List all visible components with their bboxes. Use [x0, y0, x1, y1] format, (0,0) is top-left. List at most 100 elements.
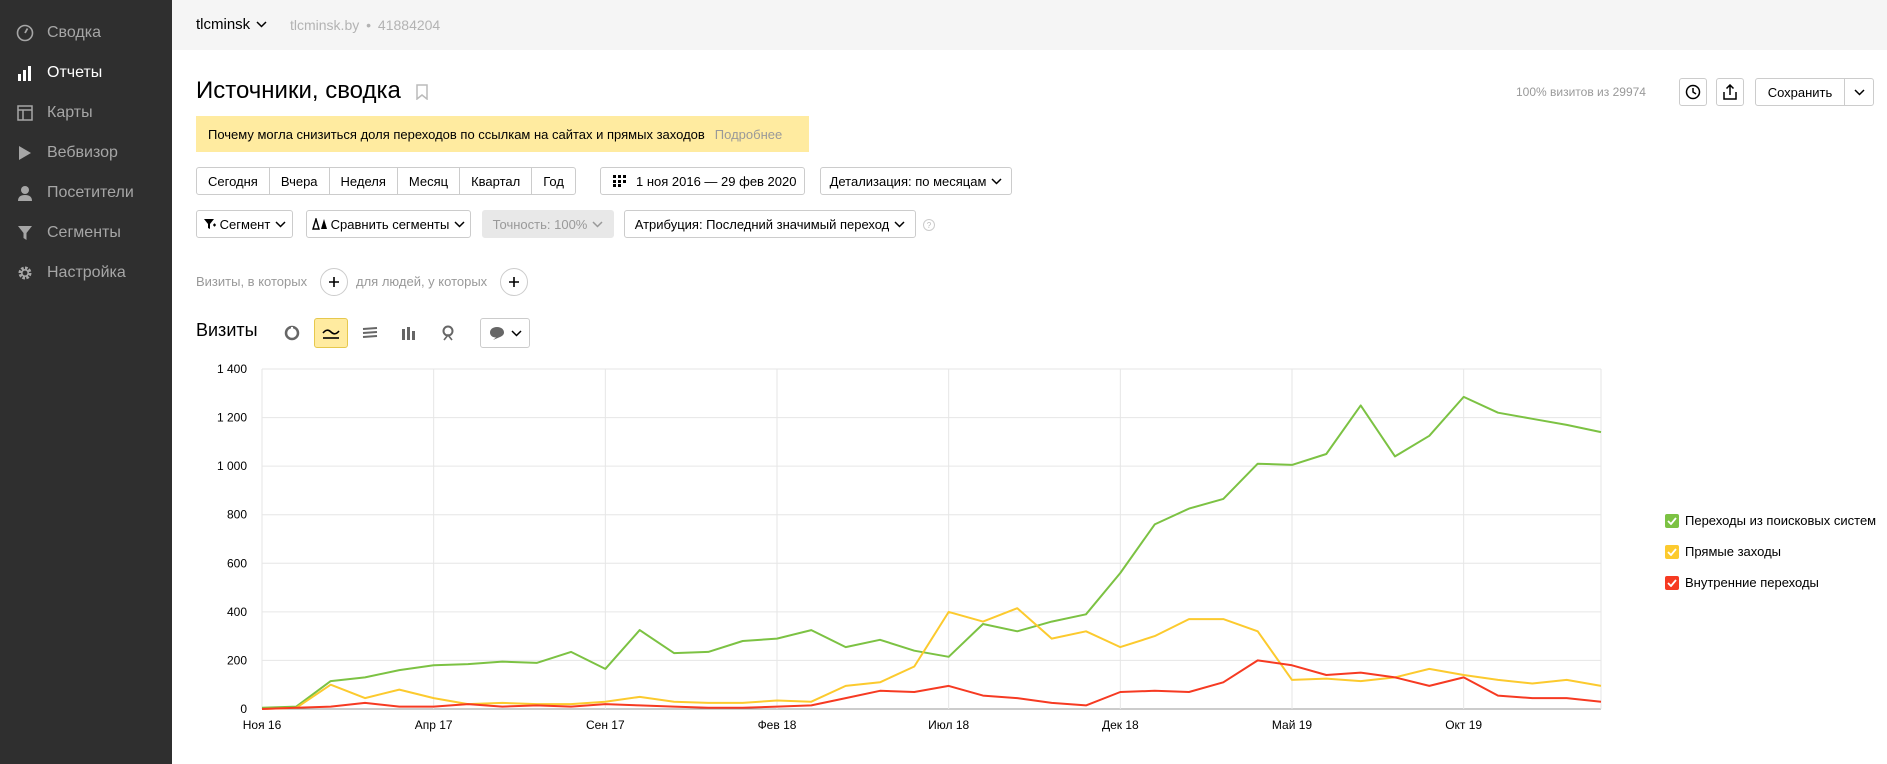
- pie-chart-button[interactable]: [275, 318, 309, 348]
- accuracy-label: Точность: 100%: [492, 216, 588, 232]
- sidebar-item-summary[interactable]: Сводка: [0, 13, 172, 53]
- legend-item-direct[interactable]: Прямые заходы: [1665, 544, 1781, 559]
- info-icon[interactable]: ?: [923, 219, 935, 231]
- checkbox-icon: [1665, 575, 1679, 590]
- counter-site: tlcminsk.by: [290, 17, 360, 33]
- sidebar-item-segments[interactable]: Сегменты: [0, 213, 172, 253]
- save-button[interactable]: Сохранить: [1755, 78, 1845, 106]
- legend-label: Прямые заходы: [1685, 544, 1782, 559]
- legend-item-internal[interactable]: Внутренние переходы: [1665, 575, 1819, 590]
- sidebar-item-webvisor[interactable]: Вебвизор: [0, 133, 172, 173]
- segment-button[interactable]: Сегмент: [196, 210, 293, 238]
- chevron-down-icon: [1853, 88, 1865, 96]
- chevron-down-icon: [275, 220, 286, 228]
- y-tick-label: 200: [227, 653, 247, 667]
- sidebar-item-reports[interactable]: Отчеты: [0, 53, 172, 93]
- notice-more-link[interactable]: Подробнее: [715, 127, 782, 142]
- compare-label: Сравнить сегменты: [330, 216, 450, 232]
- legend-item-search[interactable]: Переходы из поисковых систем: [1665, 513, 1876, 528]
- add-visit-condition-button[interactable]: [320, 268, 348, 296]
- date-range-button[interactable]: 1 ноя 2016 — 29 фев 2020: [600, 167, 805, 195]
- sidebar-item-label: Сводка: [47, 24, 102, 41]
- y-tick-label: 0: [240, 702, 247, 716]
- segment-label: Сегмент: [219, 216, 271, 232]
- counter-name: tlcminsk: [196, 16, 251, 33]
- sidebar-item-label: Настройка: [47, 264, 126, 281]
- counter-separator: •: [366, 17, 372, 33]
- chart-title: Визиты: [196, 320, 258, 340]
- period-month[interactable]: Месяц: [398, 168, 461, 194]
- filter-icon: [15, 223, 35, 243]
- period-today[interactable]: Сегодня: [197, 168, 270, 194]
- counter-info: tlcminsk.by • 41884204: [290, 17, 440, 33]
- play-icon: [15, 143, 35, 163]
- y-tick-label: 1 400: [217, 362, 247, 376]
- map-chart-button[interactable]: [431, 318, 465, 348]
- chevron-down-icon: [991, 177, 1002, 185]
- period-year[interactable]: Год: [532, 168, 575, 194]
- chevron-down-icon: [592, 220, 603, 228]
- legend-label: Внутренние переходы: [1685, 575, 1819, 590]
- series-line-direct: [261, 607, 1602, 710]
- y-tick-label: 800: [227, 508, 247, 522]
- y-tick-label: 400: [227, 605, 247, 619]
- period-selector: Сегодня Вчера Неделя Месяц Квартал Год: [196, 167, 576, 195]
- header-bar: tlcminsk tlcminsk.by • 41884204: [172, 0, 1887, 50]
- x-tick-label: Дек 18: [1102, 718, 1139, 732]
- checkbox-icon: [1665, 513, 1679, 528]
- compare-segments-button[interactable]: Сравнить сегменты: [306, 210, 471, 238]
- attribution-label: Атрибуция: Последний значимый переход: [634, 216, 890, 232]
- user-icon: [15, 183, 35, 203]
- sidebar-item-label: Карты: [47, 104, 93, 121]
- notice-banner: Почему могла снизиться доля переходов по…: [196, 116, 809, 152]
- checkbox-icon: [1665, 544, 1679, 559]
- bar-chart-icon: [15, 63, 35, 83]
- dashboard-icon: [15, 23, 35, 43]
- x-tick-label: Окт 19: [1445, 718, 1482, 732]
- attribution-select[interactable]: Атрибуция: Последний значимый переход: [624, 210, 916, 238]
- comment-icon: [489, 327, 504, 340]
- people-condition-label: для людей, у которых: [356, 274, 488, 289]
- clock-icon: [1685, 84, 1701, 100]
- y-tick-label: 1 000: [217, 459, 247, 473]
- sidebar-item-label: Вебвизор: [47, 144, 118, 161]
- share-icon: [1723, 84, 1737, 100]
- period-week[interactable]: Неделя: [330, 168, 398, 194]
- bookmark-icon[interactable]: [416, 84, 428, 105]
- export-button[interactable]: [1716, 78, 1744, 106]
- y-tick-label: 600: [227, 556, 247, 570]
- sidebar-item-label: Отчеты: [47, 64, 103, 81]
- x-tick-label: Ноя 16: [243, 718, 282, 732]
- save-options-button[interactable]: [1844, 78, 1874, 106]
- sidebar-item-maps[interactable]: Карты: [0, 93, 172, 133]
- sidebar-item-label: Сегменты: [47, 224, 121, 241]
- chevron-down-icon: [454, 220, 465, 228]
- period-quarter[interactable]: Квартал: [460, 168, 533, 194]
- x-tick-label: Май 19: [1272, 718, 1313, 732]
- detail-label: Детализация: по месяцам: [829, 173, 987, 189]
- add-people-condition-button[interactable]: [500, 268, 528, 296]
- line-chart-button[interactable]: [314, 318, 348, 348]
- series-line-internal: [261, 659, 1602, 710]
- accuracy-select[interactable]: Точность: 100%: [482, 210, 614, 238]
- detail-select[interactable]: Детализация: по месяцам: [820, 167, 1012, 195]
- chevron-down-icon: [256, 21, 267, 28]
- sidebar: Сводка Отчеты Карты Вебвизор Посетители …: [0, 0, 172, 764]
- x-tick-label: Фев 18: [758, 718, 797, 732]
- y-tick-label: 1 200: [217, 411, 247, 425]
- pie-chart-icon: [284, 325, 300, 341]
- sidebar-item-visitors[interactable]: Посетители: [0, 173, 172, 213]
- compare-icon: [311, 218, 327, 230]
- counter-select[interactable]: tlcminsk: [196, 16, 267, 33]
- annotations-select[interactable]: [480, 318, 530, 348]
- legend-label: Переходы из поисковых систем: [1685, 513, 1877, 528]
- area-chart-button[interactable]: [353, 318, 387, 348]
- column-chart-button[interactable]: [392, 318, 426, 348]
- x-tick-label: Июл 18: [928, 718, 969, 732]
- period-yesterday[interactable]: Вчера: [270, 168, 330, 194]
- history-button[interactable]: [1679, 78, 1707, 106]
- sidebar-item-settings[interactable]: Настройка: [0, 253, 172, 293]
- page-title: Источники, сводка: [196, 77, 401, 104]
- map-icon: [15, 103, 35, 123]
- visits-condition-label: Визиты, в которых: [196, 274, 308, 289]
